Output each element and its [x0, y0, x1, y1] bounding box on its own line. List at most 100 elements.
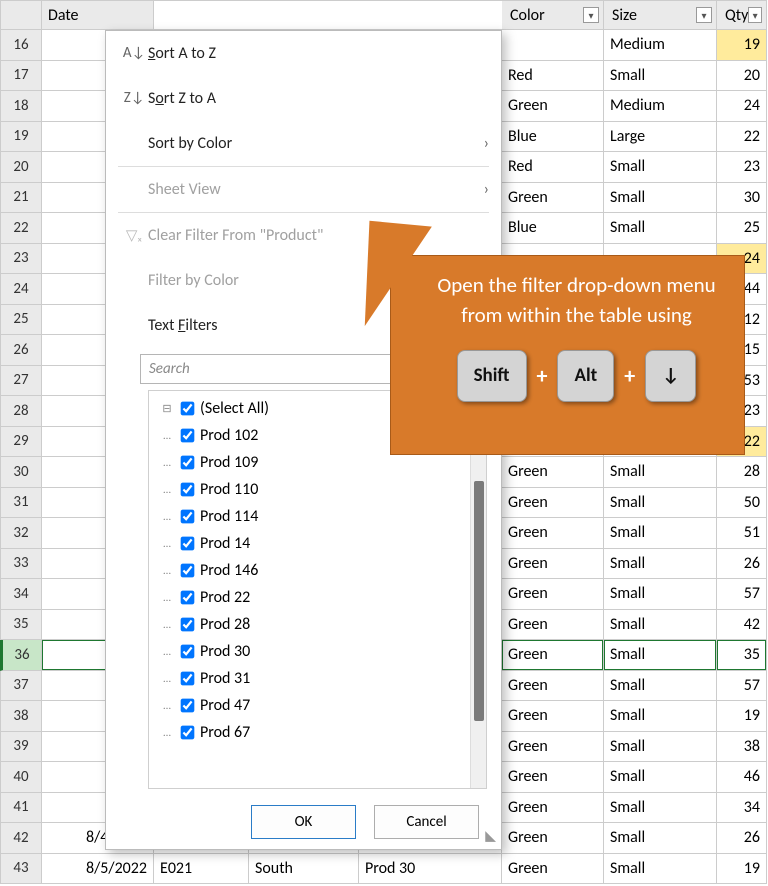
sort-asc[interactable]: A↓ Sort A to Z [106, 31, 501, 76]
dropdown-icon[interactable]: ▾ [748, 7, 762, 23]
cell-color[interactable]: Green [502, 732, 604, 763]
cell-qty[interactable]: 38 [717, 732, 767, 763]
cell-color[interactable]: Green [502, 518, 604, 549]
cell-qty[interactable]: 35 [717, 640, 767, 671]
row-header[interactable]: 42 [0, 823, 42, 854]
filter-checkbox[interactable] [181, 509, 195, 523]
cell[interactable]: Prod 30 [359, 854, 502, 885]
cell-color[interactable]: Green [502, 793, 604, 824]
cell-qty[interactable]: 26 [717, 823, 767, 854]
filter-value-item[interactable]: …Prod 67 [157, 719, 478, 746]
cell-size[interactable]: Small [604, 61, 717, 92]
row-header[interactable]: 18 [0, 91, 42, 122]
row-header[interactable]: 21 [0, 183, 42, 214]
filter-checkbox[interactable] [181, 455, 195, 469]
cell-size[interactable]: Small [604, 640, 717, 671]
row-header[interactable]: 22 [0, 213, 42, 244]
filter-checkbox[interactable] [181, 590, 195, 604]
cell-color[interactable]: Red [502, 61, 604, 92]
cell-qty[interactable]: 22 [717, 122, 767, 153]
ok-button[interactable]: OK [251, 805, 356, 839]
cell-size[interactable]: Small [604, 823, 717, 854]
filter-checkbox[interactable] [181, 563, 195, 577]
filter-checkbox[interactable] [181, 428, 195, 442]
cell-qty[interactable]: 23 [717, 152, 767, 183]
row-header[interactable]: 40 [0, 762, 42, 793]
filter-checkbox[interactable] [181, 536, 195, 550]
cell-qty[interactable]: 20 [717, 61, 767, 92]
row-header[interactable]: 36 [0, 640, 42, 671]
filter-checkbox[interactable] [181, 617, 195, 631]
cell-qty[interactable]: 57 [717, 671, 767, 702]
cell-color[interactable]: Blue [502, 213, 604, 244]
row-header[interactable]: 33 [0, 549, 42, 580]
cell[interactable]: South [249, 854, 359, 885]
row-header[interactable]: 41 [0, 793, 42, 824]
cell[interactable]: E021 [154, 854, 249, 885]
cell-color[interactable]: Green [502, 671, 604, 702]
cell-qty[interactable]: 46 [717, 762, 767, 793]
row-header[interactable]: 30 [0, 457, 42, 488]
cell-qty[interactable]: 25 [717, 213, 767, 244]
cell-qty[interactable]: 19 [717, 30, 767, 61]
filter-value-item[interactable]: …Prod 22 [157, 584, 478, 611]
cell-color[interactable]: Green [502, 91, 604, 122]
row-header[interactable]: 28 [0, 396, 42, 427]
row-header[interactable]: 35 [0, 610, 42, 641]
cell-color[interactable]: Green [502, 701, 604, 732]
cell-size[interactable]: Small [604, 488, 717, 519]
filter-checkbox[interactable] [181, 401, 195, 415]
cell-size[interactable]: Small [604, 549, 717, 580]
cell-size[interactable]: Small [604, 579, 717, 610]
row-header[interactable]: 25 [0, 305, 42, 336]
row-header[interactable]: 37 [0, 671, 42, 702]
cell-color[interactable] [502, 30, 604, 61]
cell-size[interactable]: Small [604, 762, 717, 793]
sort-desc[interactable]: Z↓ Sort Z to A [106, 76, 501, 121]
cell-qty[interactable]: 19 [717, 854, 767, 885]
filter-value-item[interactable]: …Prod 110 [157, 476, 478, 503]
cell-color[interactable]: Green [502, 610, 604, 641]
cell-color[interactable]: Green [502, 640, 604, 671]
cell-color[interactable]: Green [502, 579, 604, 610]
cell-qty[interactable]: 50 [717, 488, 767, 519]
cell-color[interactable]: Green [502, 762, 604, 793]
row-header[interactable]: 27 [0, 366, 42, 397]
filter-value-item[interactable]: …Prod 28 [157, 611, 478, 638]
row-header[interactable]: 31 [0, 488, 42, 519]
cell-color[interactable]: Green [502, 183, 604, 214]
filter-checkbox[interactable] [181, 644, 195, 658]
cell-size[interactable]: Medium [604, 30, 717, 61]
cell-qty[interactable]: 26 [717, 549, 767, 580]
filter-checkbox[interactable] [181, 482, 195, 496]
row-header[interactable]: 26 [0, 335, 42, 366]
cell-color[interactable]: Blue [502, 122, 604, 153]
resize-handle-icon[interactable]: ◢ [483, 831, 500, 842]
scrollbar-thumb[interactable] [474, 481, 484, 721]
cell-size[interactable]: Small [604, 854, 717, 885]
cell-size[interactable]: Small [604, 732, 717, 763]
cell-qty[interactable]: 19 [717, 701, 767, 732]
cell-qty[interactable]: 42 [717, 610, 767, 641]
header-size[interactable]: Size▾ [604, 0, 717, 30]
row-header[interactable]: 32 [0, 518, 42, 549]
cell-size[interactable]: Small [604, 152, 717, 183]
filter-value-item[interactable]: …Prod 30 [157, 638, 478, 665]
filter-checkbox[interactable] [181, 698, 195, 712]
row-header[interactable]: 20 [0, 152, 42, 183]
row-header[interactable]: 34 [0, 579, 42, 610]
cell-color[interactable]: Green [502, 488, 604, 519]
cell-size[interactable]: Medium [604, 91, 717, 122]
cell-size[interactable]: Small [604, 793, 717, 824]
cell-qty[interactable]: 51 [717, 518, 767, 549]
dropdown-icon[interactable]: ▾ [696, 7, 712, 23]
cell-size[interactable]: Small [604, 671, 717, 702]
filter-value-item[interactable]: …Prod 31 [157, 665, 478, 692]
row-header[interactable]: 16 [0, 30, 42, 61]
row-header[interactable]: 29 [0, 427, 42, 458]
cell-size[interactable]: Small [604, 610, 717, 641]
row-header[interactable]: 17 [0, 61, 42, 92]
row-header[interactable]: 43 [0, 854, 42, 885]
row-header[interactable]: 23 [0, 244, 42, 275]
cell-color[interactable]: Green [502, 457, 604, 488]
